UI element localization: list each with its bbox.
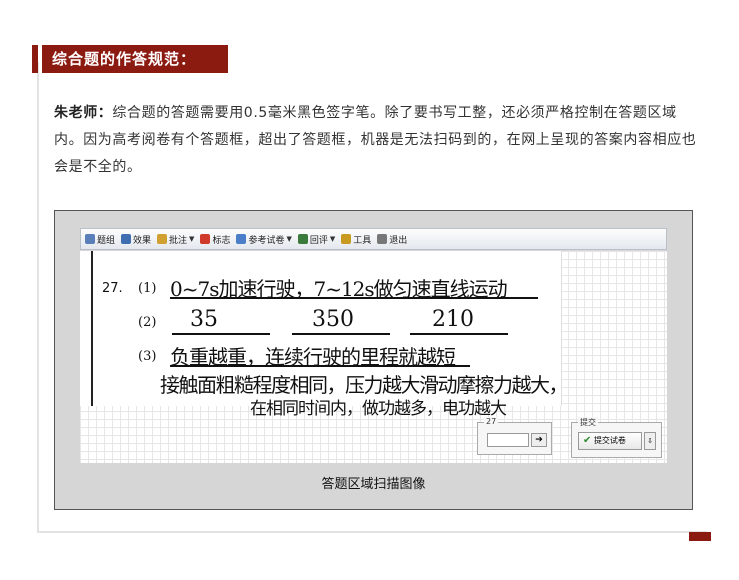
toolbar-item-label: 退出 bbox=[389, 235, 408, 246]
line3-underline bbox=[170, 365, 470, 367]
line2-number: (2) bbox=[138, 315, 157, 330]
line3-number: (3) bbox=[138, 349, 157, 364]
exit-icon bbox=[377, 234, 388, 244]
toolbar-item-label: 回评 bbox=[309, 235, 328, 246]
effect-icon bbox=[121, 234, 132, 244]
check-icon: ✔ bbox=[583, 435, 592, 446]
teacher-text: 综合题的答题需要用0.5毫米黑色签字笔。除了要书写工整，还必须严格控制在答题区域… bbox=[54, 105, 697, 175]
back-icon bbox=[297, 234, 308, 244]
score-panel-label: 27 bbox=[484, 417, 499, 426]
marking-toolbar: 题组 效果 批注 ▼ 标志 参考试卷 ▼ 回评 ▼ 工具 退出 bbox=[80, 228, 667, 250]
toolbar-item-3[interactable]: 标志 bbox=[200, 233, 230, 246]
pencil-icon bbox=[157, 234, 168, 244]
toolbar-item-0[interactable]: 题组 bbox=[85, 233, 115, 246]
group-icon bbox=[85, 234, 95, 244]
reference-icon bbox=[236, 234, 247, 244]
toolbar-item-1[interactable]: 效果 bbox=[121, 233, 151, 246]
chevron-down-icon[interactable]: ▼ bbox=[189, 235, 194, 243]
chevron-down-icon[interactable]: ▼ bbox=[286, 235, 291, 243]
line2-underline-3 bbox=[410, 333, 508, 335]
download-icon: ⇩ bbox=[647, 437, 653, 445]
toolbar-item-6[interactable]: 工具 bbox=[341, 233, 371, 246]
scan-screenshot: 题组 效果 批注 ▼ 标志 参考试卷 ▼ 回评 ▼ 工具 退出 27. (1) 0~7s加速行驶，7… bbox=[54, 210, 693, 510]
answer-sheet: 27. (1) 0~7s加速行驶，7~12s做匀速直线运动 (2) 35 350… bbox=[80, 251, 569, 419]
line1-number: (1) bbox=[138, 281, 157, 296]
line2-value-1: 35 bbox=[190, 307, 218, 332]
submit-options-button[interactable]: ⇩ bbox=[644, 432, 656, 450]
toolbar-item-label: 题组 bbox=[97, 235, 116, 246]
line2-value-2: 350 bbox=[312, 307, 354, 332]
score-confirm-button[interactable]: ➔ bbox=[531, 433, 547, 447]
frame-bottom-border bbox=[37, 531, 707, 533]
section-title: 综合题的作答规范： bbox=[42, 45, 228, 73]
title-accent-bar bbox=[32, 45, 38, 73]
submit-paper-button[interactable]: ✔ 提交试卷 bbox=[578, 432, 642, 450]
line2-underline-1 bbox=[172, 333, 270, 335]
toolbar-item-label: 批注 bbox=[169, 235, 188, 246]
toolbar-item-7[interactable]: 退出 bbox=[377, 233, 407, 246]
arrow-right-icon: ➔ bbox=[535, 435, 543, 445]
toolbar-item-label: 效果 bbox=[133, 235, 152, 246]
submit-button-label: 提交试卷 bbox=[593, 436, 626, 445]
teacher-paragraph: 朱老师：综合题的答题需要用0.5毫米黑色签字笔。除了要书写工整，还必须严格控制在… bbox=[54, 100, 704, 181]
sheet-margin-line bbox=[91, 251, 93, 406]
line5-text: 在相同时间内，做功越多，电功越大 bbox=[250, 399, 507, 419]
toolbar-item-2[interactable]: 批注 ▼ bbox=[157, 233, 194, 246]
toolbar-item-label: 参考试卷 bbox=[248, 235, 285, 246]
line2-underline-2 bbox=[292, 333, 390, 335]
mark-icon bbox=[200, 234, 211, 244]
scan-caption: 答题区域扫描图像 bbox=[321, 477, 426, 492]
line1-underline bbox=[170, 297, 538, 299]
corner-decoration bbox=[689, 532, 711, 541]
question-number: 27. bbox=[102, 281, 123, 296]
toolbar-item-5[interactable]: 回评 ▼ bbox=[297, 233, 335, 246]
submit-panel: 提交 ✔ 提交试卷 ⇩ bbox=[571, 417, 662, 458]
teacher-name: 朱老师： bbox=[54, 105, 113, 121]
chevron-down-icon[interactable]: ▼ bbox=[330, 235, 335, 243]
frame-left-border bbox=[37, 62, 39, 532]
submit-panel-label: 提交 bbox=[578, 417, 598, 428]
toolbar-item-label: 工具 bbox=[353, 235, 372, 246]
toolbar-item-4[interactable]: 参考试卷 ▼ bbox=[236, 233, 292, 246]
line2-value-3: 210 bbox=[432, 307, 474, 332]
score-input[interactable] bbox=[487, 433, 529, 447]
score-panel: 27 ➔ bbox=[477, 417, 552, 455]
tool-icon bbox=[341, 234, 352, 244]
toolbar-item-label: 标志 bbox=[212, 235, 231, 246]
answer-area: 27. (1) 0~7s加速行驶，7~12s做匀速直线运动 (2) 35 350… bbox=[80, 251, 667, 463]
